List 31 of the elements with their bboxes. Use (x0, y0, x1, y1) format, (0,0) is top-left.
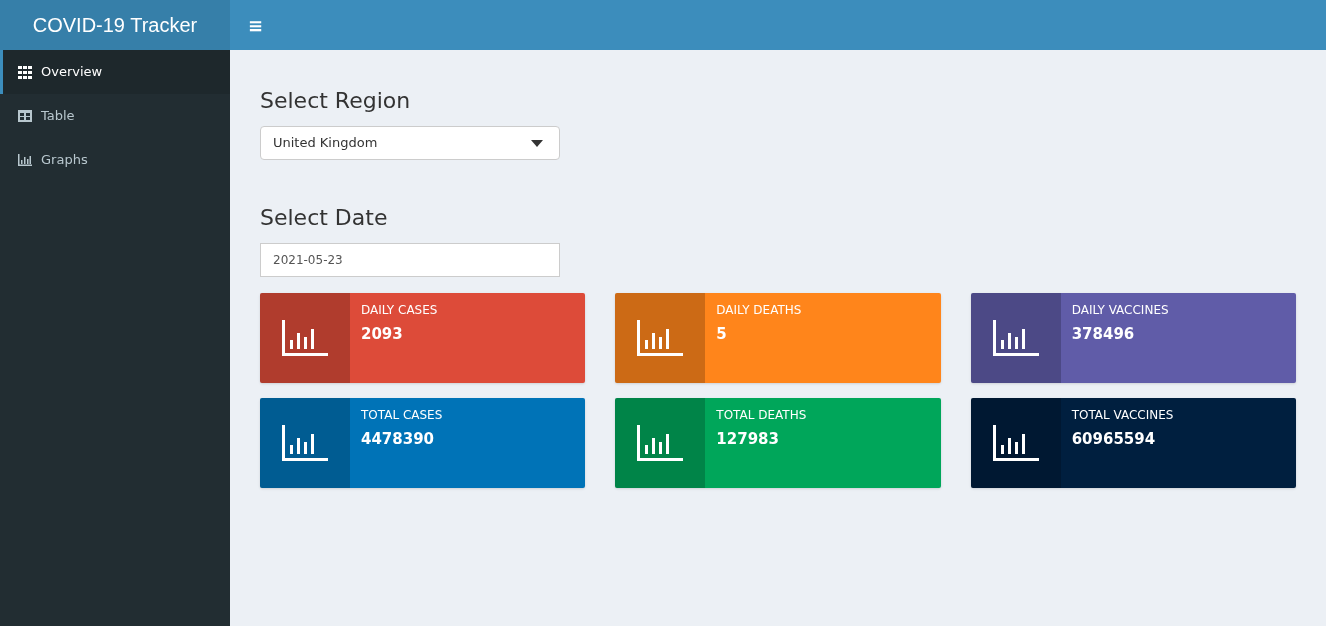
sidebar-item[interactable]: Graphs (0, 138, 230, 182)
box-label: DAILY CASES (361, 302, 438, 319)
box-label: TOTAL CASES (361, 407, 443, 424)
box-label: TOTAL DEATHS (716, 407, 807, 424)
box-value: 127983 (716, 429, 780, 450)
sidebar-item[interactable]: Overview (0, 50, 230, 94)
bar-chart-icon (282, 320, 328, 356)
box-value: 378496 (1071, 324, 1136, 345)
box-label: TOTAL VACCINES (1071, 407, 1174, 424)
box-value: 2093 (361, 324, 404, 345)
box-value: 5 (716, 324, 728, 345)
section-heading: Select Date (260, 204, 389, 231)
bar-chart-icon (637, 320, 684, 356)
bar-chart-icon (18, 154, 32, 166)
box-value: 60965594 (1071, 429, 1157, 450)
box-label: DAILY DEATHS (716, 302, 802, 319)
menu-toggle-button[interactable]: ≡ (244, 11, 268, 39)
grid-icon (18, 65, 32, 79)
bar-chart-icon (282, 425, 328, 461)
sidebar-item[interactable]: Table (0, 94, 230, 138)
box-value: 4478390 (361, 429, 436, 450)
bar-chart-icon (992, 320, 1039, 356)
region-dropdown[interactable]: United Kingdom (260, 126, 560, 160)
caret-icon (531, 139, 543, 147)
date-field[interactable]: 2021-05-23 (260, 243, 560, 277)
app-title: COVID-19 Tracker (0, 0, 230, 50)
bar-chart-icon (992, 425, 1039, 461)
section-heading: Select Region (260, 87, 412, 114)
table-icon (18, 110, 32, 122)
box-label: DAILY VACCINES (1071, 302, 1169, 319)
bar-chart-icon (637, 425, 684, 461)
